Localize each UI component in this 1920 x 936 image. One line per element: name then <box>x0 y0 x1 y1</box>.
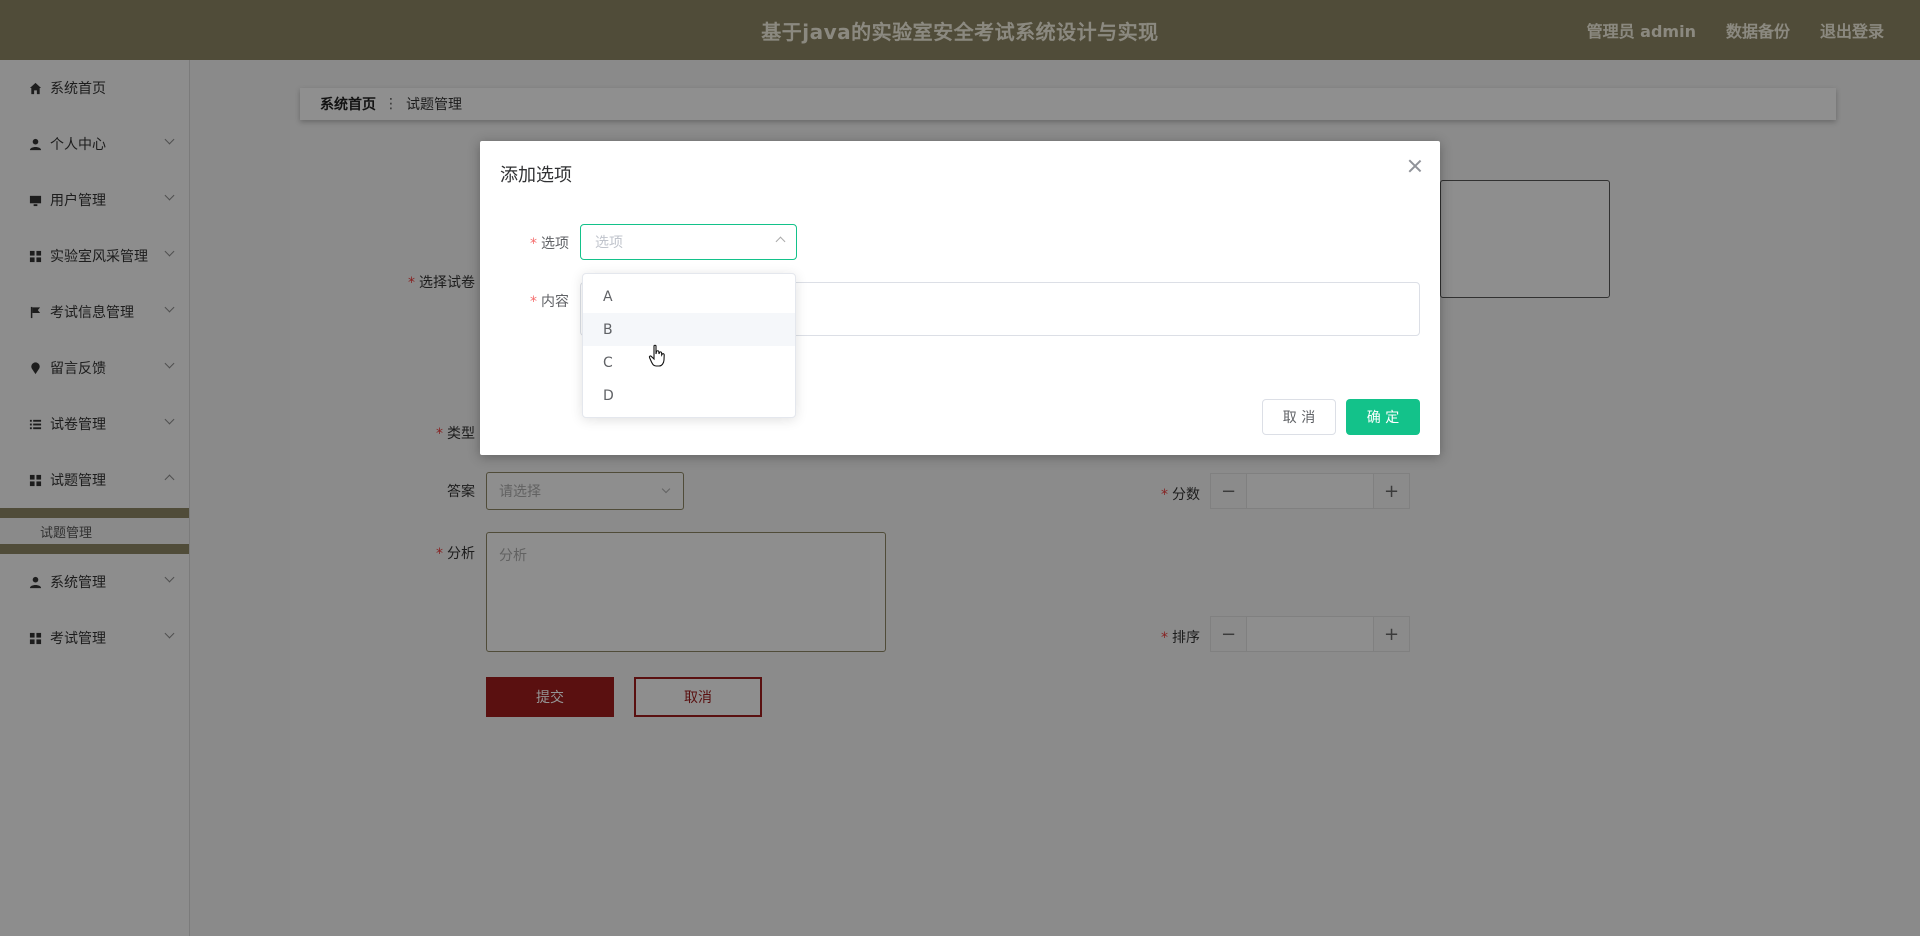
dialog-cancel-button[interactable]: 取 消 <box>1262 399 1336 435</box>
dropdown-option-c[interactable]: C <box>583 346 795 379</box>
content-label: * 内容 <box>530 294 569 310</box>
option-dropdown: A B C D <box>582 273 796 418</box>
dialog-title: 添加选项 <box>500 165 572 186</box>
dropdown-option-d[interactable]: D <box>583 379 795 412</box>
chevron-up-icon <box>775 236 786 247</box>
dropdown-option-b[interactable]: B <box>583 313 795 346</box>
option-placeholder: 选项 <box>595 235 623 251</box>
close-icon[interactable] <box>1408 159 1422 173</box>
dialog-confirm-button[interactable]: 确 定 <box>1346 399 1420 435</box>
hand-cursor-icon <box>648 344 665 367</box>
option-select[interactable]: 选项 <box>580 224 797 260</box>
option-label: * 选项 <box>530 236 569 252</box>
dropdown-option-a[interactable]: A <box>583 280 795 313</box>
